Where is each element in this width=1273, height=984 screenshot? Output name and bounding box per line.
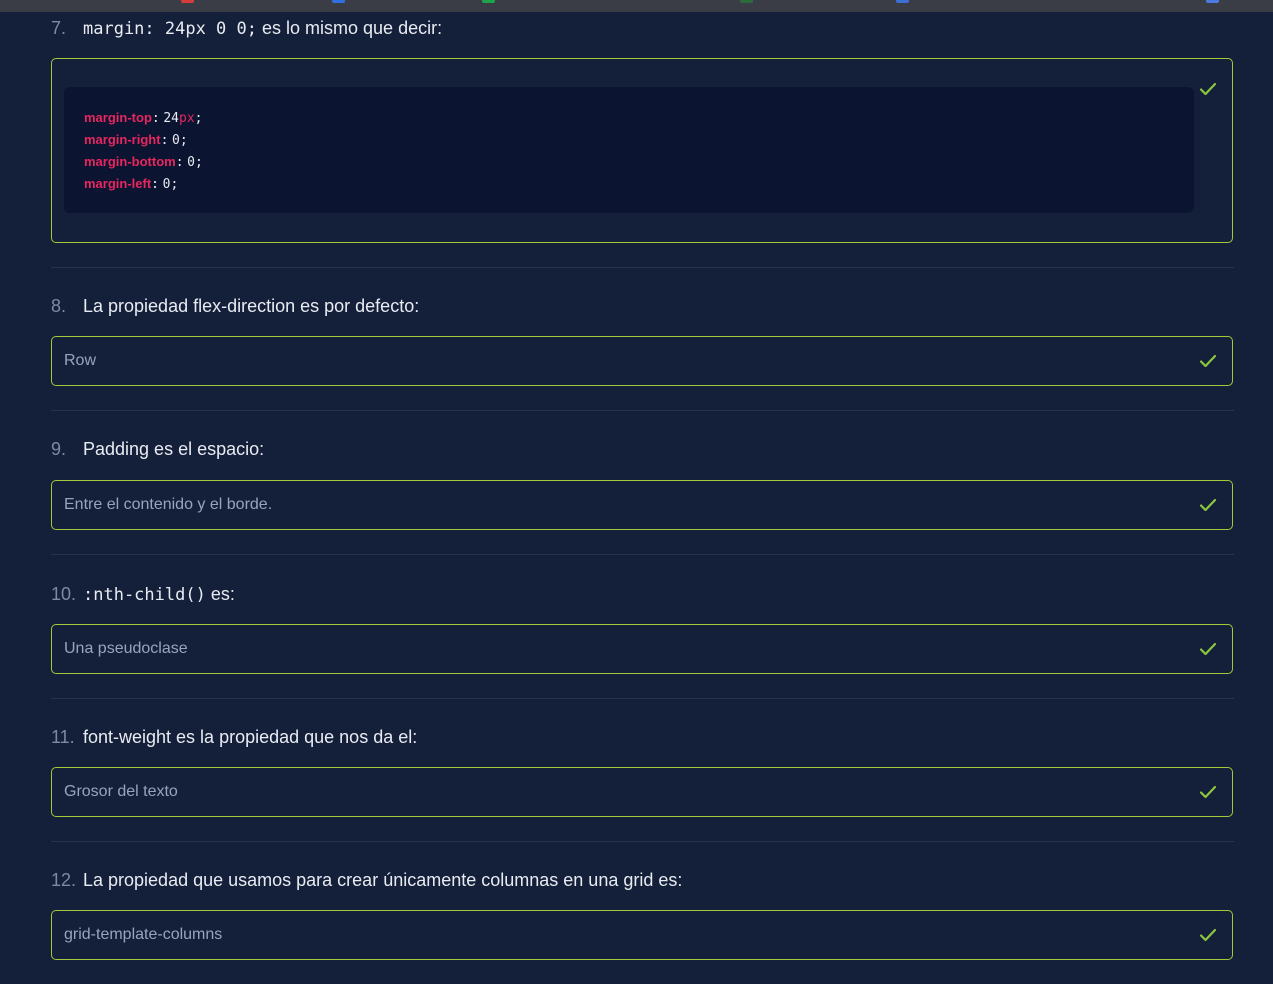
bookmark-favicon[interactable] <box>332 0 345 3</box>
question-text: es: <box>210 584 235 604</box>
answer-option-correct[interactable]: Una pseudoclase <box>51 624 1233 674</box>
question-text: Padding es el espacio: <box>83 439 265 459</box>
question-title: 12. La propiedad que usamos para crear ún… <box>51 868 682 892</box>
answer-option-correct[interactable]: Row <box>51 336 1233 386</box>
check-icon <box>1199 498 1217 512</box>
question-title: 10. :nth-child() es: <box>51 582 235 607</box>
code-line: margin-bottom: 0; <box>84 154 203 170</box>
answer-option-correct[interactable]: Entre el contenido y el borde. <box>51 480 1233 530</box>
browser-bookmarks-bar <box>0 0 1273 12</box>
answer-text: Row <box>64 352 97 369</box>
answer-text: Grosor del texto <box>64 783 178 800</box>
question-number: 8. <box>51 296 67 316</box>
check-icon <box>1199 785 1217 799</box>
question-number: 12. <box>51 870 77 890</box>
check-icon <box>1199 82 1217 96</box>
question-text: La propiedad que usamos para crear única… <box>83 870 683 890</box>
question-text: La propiedad flex-direction es por defec… <box>83 296 420 316</box>
question-text: es lo mismo que decir: <box>262 18 443 38</box>
question-number: 10. <box>51 584 77 604</box>
check-icon <box>1199 354 1217 368</box>
question-code: margin: 24px 0 0; <box>83 19 257 39</box>
question-number: 9. <box>51 439 67 459</box>
divider <box>51 554 1234 555</box>
divider <box>51 841 1234 842</box>
answer-text: Una pseudoclase <box>64 640 188 657</box>
divider <box>51 267 1234 268</box>
answer-option-correct[interactable]: margin-top: 24px; margin-right: 0; margi… <box>51 58 1233 243</box>
question-title: 7. margin: 24px 0 0; es lo mismo que deci… <box>51 16 442 41</box>
bookmark-favicon[interactable] <box>181 0 194 3</box>
code-line: margin-top: 24px; <box>84 110 203 126</box>
code-line: margin-left: 0; <box>84 176 179 192</box>
bookmark-favicon[interactable] <box>896 0 909 3</box>
answer-option-correct[interactable]: Grosor del texto <box>51 767 1233 817</box>
answer-text: grid-template-columns <box>64 926 223 943</box>
question-code: :nth-child() <box>83 585 206 605</box>
bookmark-favicon[interactable] <box>740 0 753 3</box>
question-number: 7. <box>51 18 67 38</box>
code-line: margin-right: 0; <box>84 132 188 148</box>
divider <box>51 410 1234 411</box>
code-block: margin-top: 24px; margin-right: 0; margi… <box>64 87 1194 213</box>
bookmark-favicon[interactable] <box>1206 0 1219 3</box>
divider <box>51 698 1234 699</box>
question-title: 8. La propiedad flex-direction es por def… <box>51 294 419 318</box>
question-title: 11. font-weight es la propiedad que nos d… <box>51 725 417 749</box>
question-title: 9. Padding es el espacio: <box>51 437 264 461</box>
bookmark-favicon[interactable] <box>482 0 495 3</box>
answer-option-correct[interactable]: grid-template-columns <box>51 910 1233 960</box>
answer-text: Entre el contenido y el borde. <box>64 496 273 513</box>
question-text: font-weight es la propiedad que nos da e… <box>83 727 418 747</box>
check-icon <box>1199 642 1217 656</box>
check-icon <box>1199 928 1217 942</box>
question-number: 11. <box>51 727 75 747</box>
